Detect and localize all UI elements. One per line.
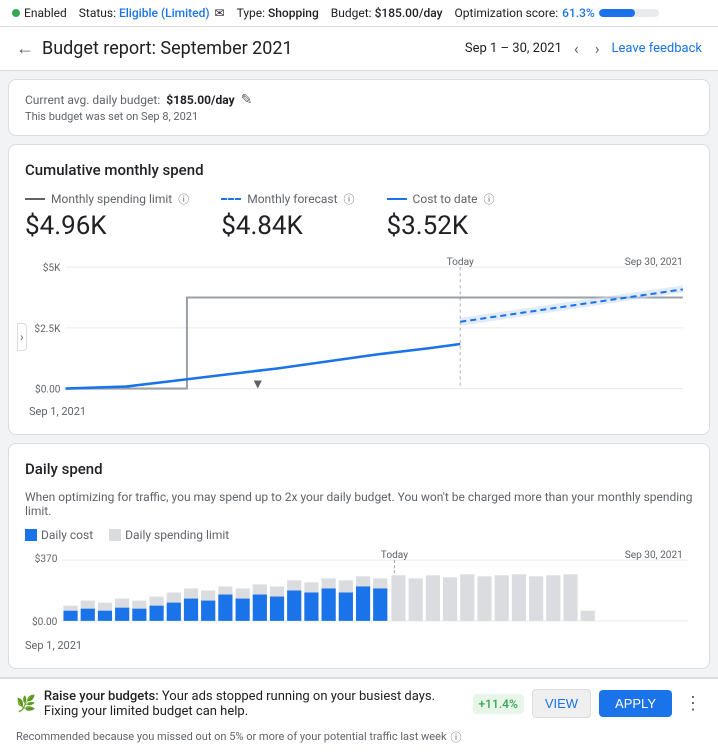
status-bar: Enabled Status: Eligible (Limited) ✉ Typ… <box>0 0 718 27</box>
svg-text:$5K: $5K <box>43 261 61 274</box>
svg-text:Sep 30, 2021: Sep 30, 2021 <box>625 257 683 268</box>
budget-label: Budget: $185.00/day <box>331 6 443 20</box>
expand-button[interactable]: › <box>17 323 27 351</box>
svg-text:$0.00: $0.00 <box>32 615 58 628</box>
next-arrow[interactable]: › <box>591 37 604 60</box>
optimization-bar-bg <box>599 9 659 17</box>
type-value: Shopping <box>268 6 319 20</box>
notification-bottom-text: Recommended because you missed out on 5%… <box>0 729 718 753</box>
budget-avg-label: Current avg. daily budget: $185.00/day ✎ <box>25 92 693 108</box>
metric-value-forecast: $4.84K <box>221 211 354 241</box>
cumulative-section-title: Cumulative monthly spend <box>25 161 693 179</box>
daily-spend-subtitle: When optimizing for traffic, you may spe… <box>25 490 693 518</box>
info-icon-notification: ⓘ <box>451 729 462 745</box>
notification-bar: 🌿 Raise your budgets: Your ads stopped r… <box>0 678 718 729</box>
page-title: Budget report: September 2021 <box>42 38 293 59</box>
cumulative-chart: › $5K $2.5K $0.00 <box>25 257 693 418</box>
legend-solid-blue <box>387 198 407 200</box>
prev-arrow[interactable]: ‹ <box>570 37 583 60</box>
svg-text:Sep 30, 2021: Sep 30, 2021 <box>625 550 683 561</box>
daily-spend-card: Daily spend When optimizing for traffic,… <box>8 443 710 669</box>
header-left: ← Budget report: September 2021 <box>16 38 293 59</box>
metric-legend-cost: Cost to date ⓘ <box>387 191 495 207</box>
main-content: Current avg. daily budget: $185.00/day ✎… <box>0 79 718 669</box>
legend-solid-gray <box>25 198 45 200</box>
optimization-score: Optimization score: 61.3% <box>455 6 659 20</box>
metrics-row: Monthly spending limit ⓘ $4.96K Monthly … <box>25 191 693 241</box>
bar-chart-x-labels: Sep 1, 2021 <box>25 639 693 652</box>
view-button[interactable]: VIEW <box>532 689 591 718</box>
svg-text:Today: Today <box>381 550 408 561</box>
budget-info-card: Current avg. daily budget: $185.00/day ✎… <box>8 79 710 136</box>
back-arrow[interactable]: ← <box>16 38 34 59</box>
optimization-value: 61.3% <box>562 6 595 20</box>
leave-feedback-link[interactable]: Leave feedback <box>612 41 702 56</box>
metric-legend-limit: Monthly spending limit ⓘ <box>25 191 189 207</box>
legend-box-blue <box>25 529 37 541</box>
enabled-dot <box>12 9 20 17</box>
more-options-icon[interactable]: ⋮ <box>684 693 702 714</box>
header-right: Sep 1 – 30, 2021 ‹ › Leave feedback <box>465 37 702 60</box>
page-header: ← Budget report: September 2021 Sep 1 – … <box>0 27 718 71</box>
legend-dashed-blue <box>221 198 241 200</box>
daily-bar-chart: $370 $0.00 <box>25 550 693 652</box>
legend-spending-limit: Daily spending limit <box>109 528 229 542</box>
metric-legend-forecast: Monthly forecast ⓘ <box>221 191 354 207</box>
budget-value: $185.00/day <box>375 6 443 20</box>
apply-button[interactable]: APPLY <box>599 690 672 717</box>
info-icon-limit[interactable]: ⓘ <box>178 191 189 207</box>
mail-icon: ✉ <box>215 6 225 20</box>
type-label: Type: Shopping <box>237 6 319 20</box>
budget-avg-value: $185.00/day <box>166 93 234 107</box>
notification-percent: +11.4% <box>473 694 524 714</box>
bar-chart-svg: $370 $0.00 <box>25 550 693 631</box>
metric-monthly-limit: Monthly spending limit ⓘ $4.96K <box>25 191 189 241</box>
cumulative-spend-card: Cumulative monthly spend Monthly spendin… <box>8 144 710 435</box>
daily-spend-title: Daily spend <box>25 460 693 478</box>
optimization-bar-fill <box>599 9 636 17</box>
legend-box-gray <box>109 529 121 541</box>
svg-text:$2.5K: $2.5K <box>34 322 61 335</box>
svg-text:Today: Today <box>447 257 474 268</box>
budget-set-date: This budget was set on Sep 8, 2021 <box>25 110 693 123</box>
status-label: Status: Eligible (Limited) ✉ <box>79 6 225 20</box>
enabled-label: Enabled <box>24 6 67 20</box>
edit-icon[interactable]: ✎ <box>241 92 253 108</box>
info-icon-cost[interactable]: ⓘ <box>484 191 495 207</box>
metric-value-cost: $3.52K <box>387 211 495 241</box>
notification-icon: 🌿 <box>16 694 36 713</box>
metric-monthly-forecast: Monthly forecast ⓘ $4.84K <box>221 191 354 241</box>
enabled-status: Enabled <box>12 6 67 20</box>
info-icon-forecast[interactable]: ⓘ <box>344 191 355 207</box>
line-chart-svg: $5K $2.5K $0.00 <box>25 257 693 399</box>
notification-text: Raise your budgets: Your ads stopped run… <box>44 689 465 719</box>
legend-daily-cost: Daily cost <box>25 528 93 542</box>
bar-cost-1 <box>63 610 77 620</box>
date-range: Sep 1 – 30, 2021 <box>465 41 562 56</box>
chart-x-labels: Sep 1, 2021 <box>25 405 693 418</box>
svg-text:$0.00: $0.00 <box>35 383 61 396</box>
metric-cost-to-date: Cost to date ⓘ $3.52K <box>387 191 495 241</box>
notification-section: 🌿 Raise your budgets: Your ads stopped r… <box>0 677 718 753</box>
daily-legend: Daily cost Daily spending limit <box>25 528 693 542</box>
svg-text:$370: $370 <box>35 552 58 565</box>
metric-value-limit: $4.96K <box>25 211 189 241</box>
eligible-label: Eligible (Limited) <box>119 6 210 20</box>
